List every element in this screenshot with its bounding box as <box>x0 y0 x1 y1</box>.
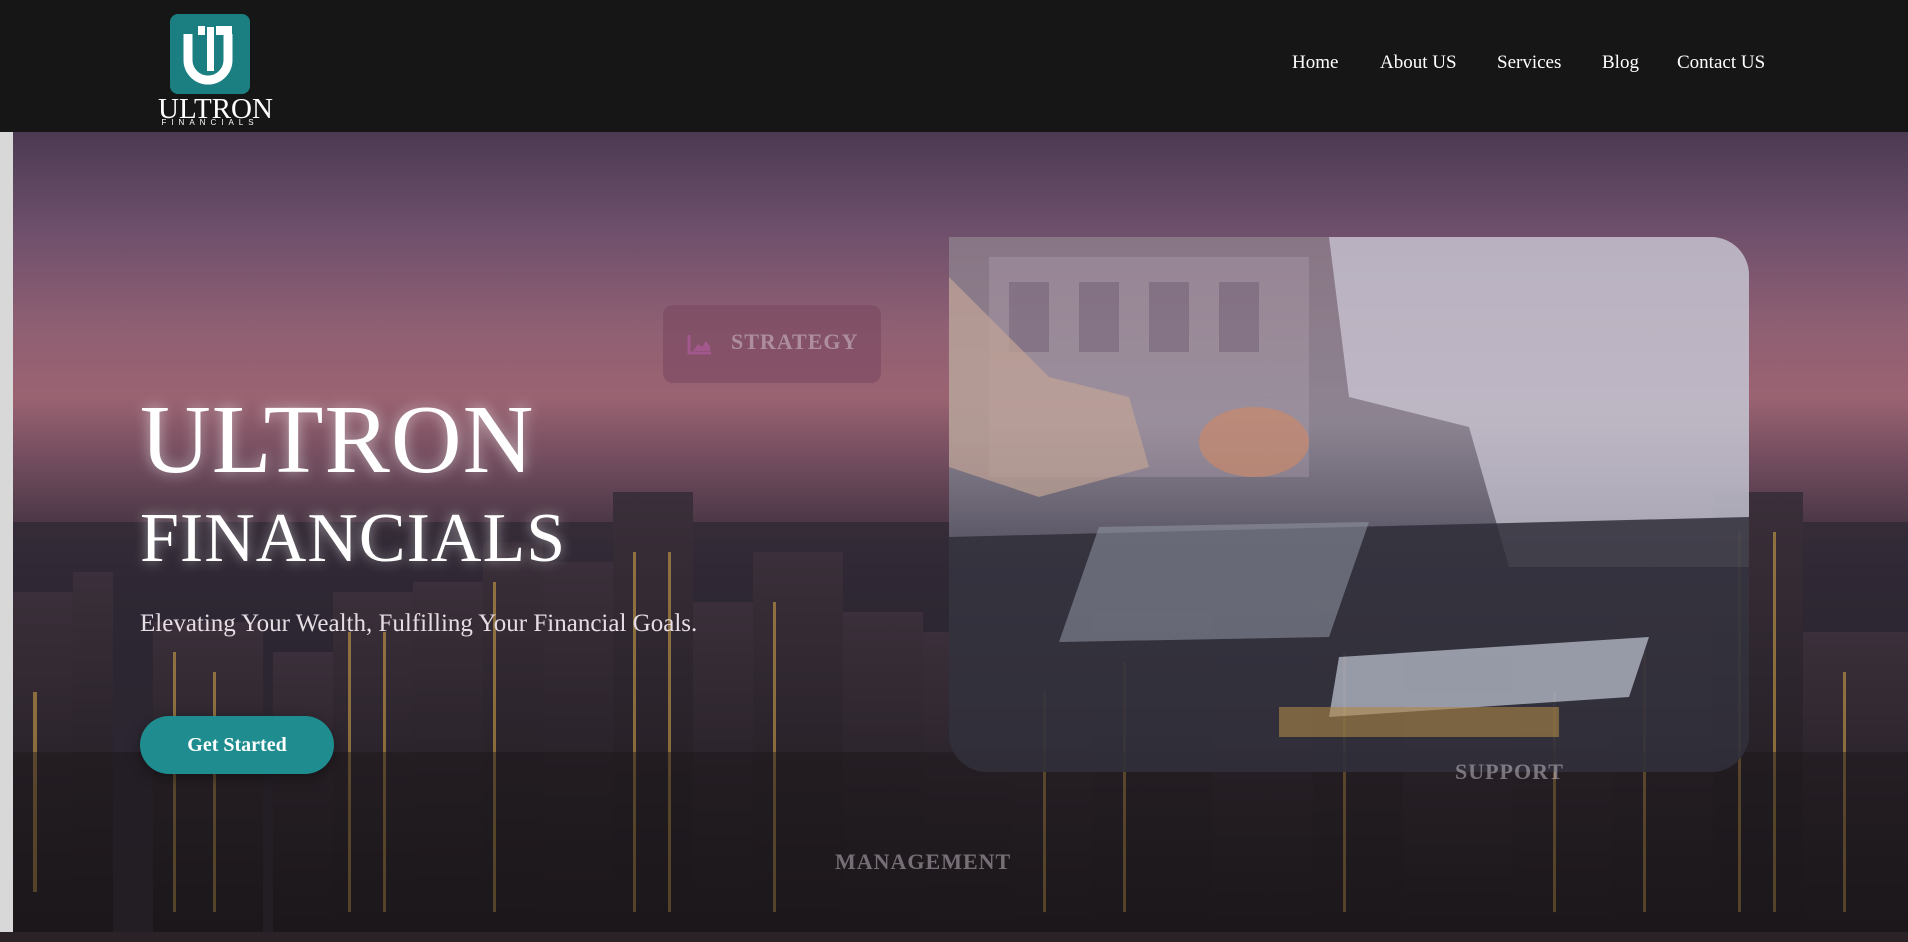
left-edge <box>0 132 13 932</box>
support-label: SUPPORT <box>1455 759 1564 784</box>
hero-title-line1: ULTRON <box>140 386 535 494</box>
handshake-image <box>949 237 1749 772</box>
hero-title-line2: FINANCIALS <box>140 500 567 577</box>
management-chip: MANAGEMENT <box>835 849 1011 875</box>
logo-badge-icon <box>170 14 250 94</box>
hero-tagline: Elevating Your Wealth, Fulfilling Your F… <box>140 610 698 637</box>
get-started-button[interactable]: Get Started <box>140 716 334 774</box>
hero-section: STRATEGY ULTRON FINANCIALS Elevating You… <box>13 132 1908 932</box>
chart-area-icon <box>687 335 711 355</box>
nav-contact[interactable]: Contact US <box>1677 52 1765 74</box>
nav-blog[interactable]: Blog <box>1602 52 1639 74</box>
nav-services[interactable]: Services <box>1497 52 1561 74</box>
strategy-label: STRATEGY <box>731 329 859 354</box>
strategy-chip: STRATEGY <box>663 305 881 383</box>
support-chip: SUPPORT <box>1455 759 1564 785</box>
logo-subtitle: FINANCIALS <box>161 118 259 127</box>
page-footer-edge <box>0 932 1908 942</box>
site-header: ULTRON FINANCIALS Home About US Services… <box>0 0 1908 132</box>
nav-home[interactable]: Home <box>1292 52 1338 74</box>
brand-logo[interactable]: ULTRON FINANCIALS <box>158 14 273 128</box>
management-label: MANAGEMENT <box>835 849 1012 874</box>
nav-about[interactable]: About US <box>1380 52 1457 74</box>
